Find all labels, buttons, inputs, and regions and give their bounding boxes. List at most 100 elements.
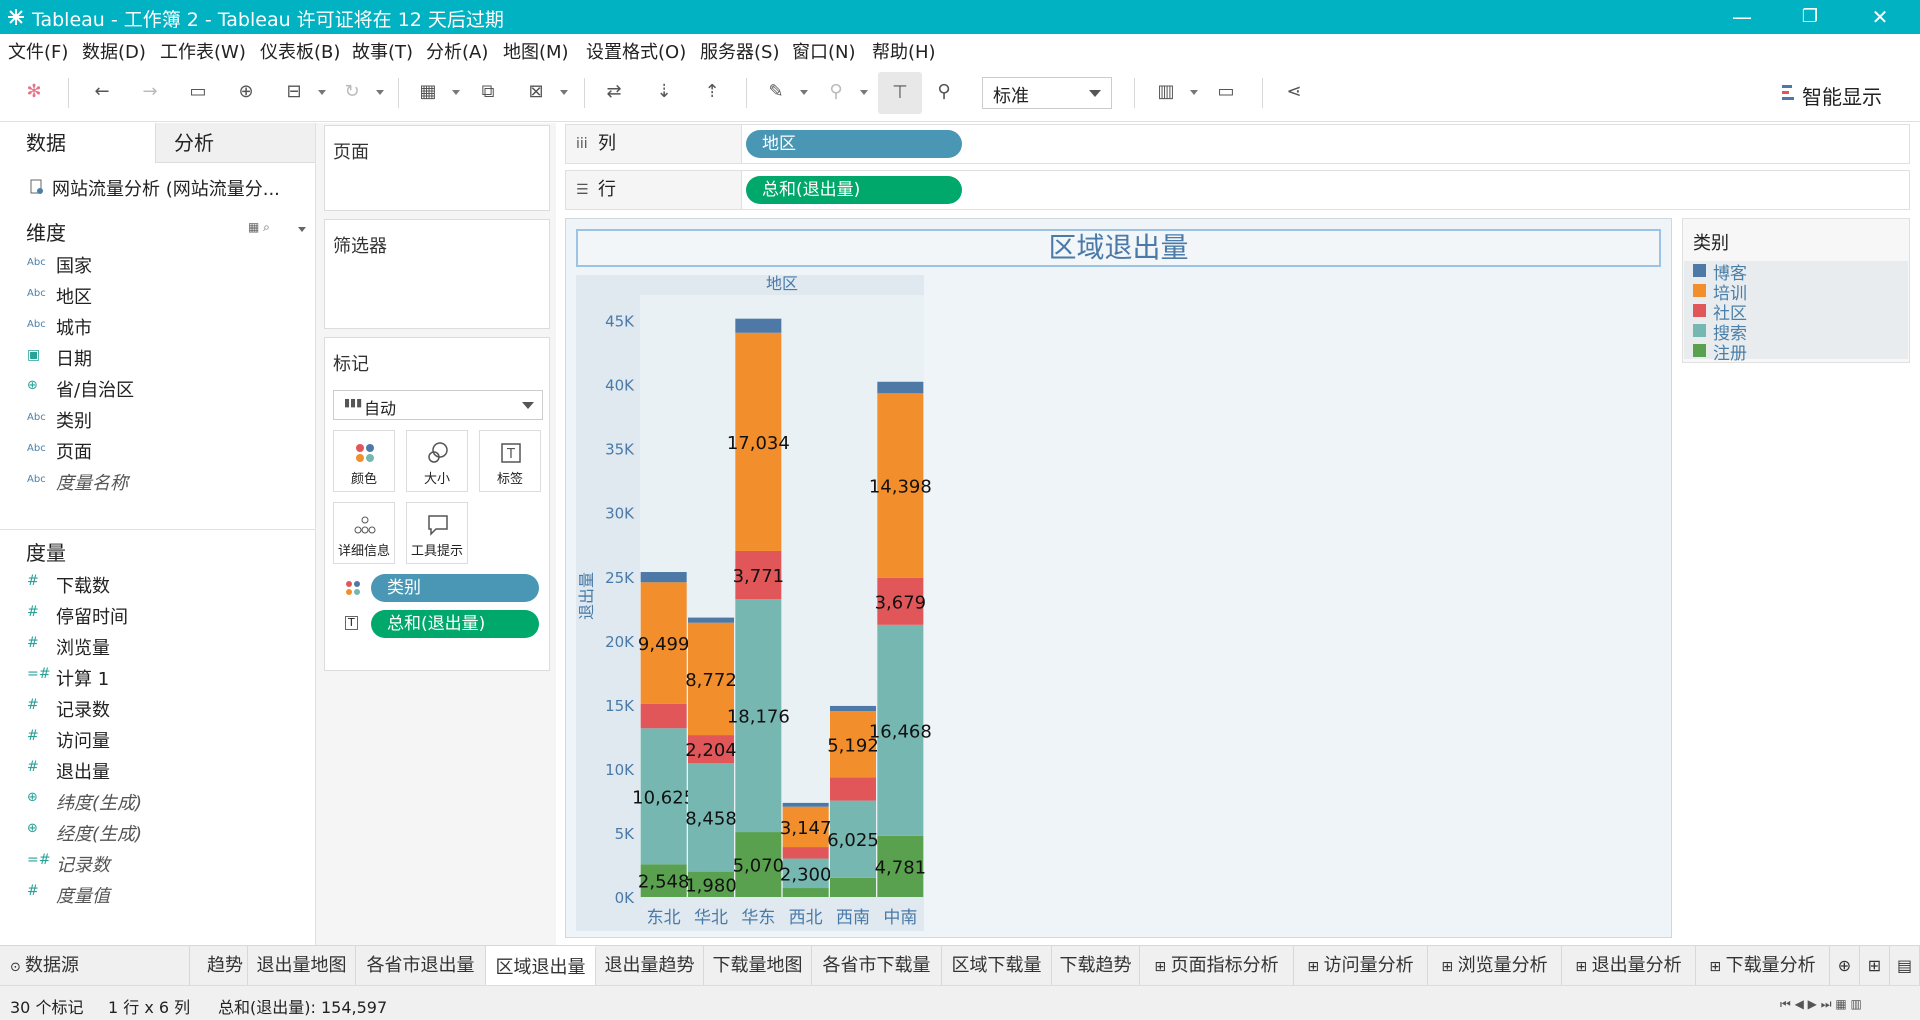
tab-sheet[interactable]: 各省市退出量 xyxy=(356,946,486,986)
pause-updates-icon[interactable]: ⊟ xyxy=(280,78,308,106)
dimension-field[interactable]: 页面 xyxy=(56,438,92,464)
refresh-icon[interactable]: ↻ xyxy=(338,78,366,106)
menu-worksheet[interactable]: 工作表(W) xyxy=(160,38,246,64)
restore-icon[interactable]: ❐ xyxy=(1790,2,1830,32)
size-button[interactable]: 大小 xyxy=(406,430,468,492)
new-worksheet-icon[interactable]: ▦ xyxy=(414,78,442,106)
mark-type-select[interactable]: ▮▮▮ 自动 xyxy=(333,390,543,420)
swap-rows-columns-icon[interactable]: ⇄ xyxy=(600,78,628,106)
menu-help[interactable]: 帮助(H) xyxy=(872,38,936,64)
tab-dashboard[interactable]: ⊞ 退出量分析 xyxy=(1562,946,1696,986)
clear-dropdown-icon[interactable] xyxy=(560,90,568,95)
menu-map[interactable]: 地图(M) xyxy=(503,38,569,64)
tab-sheet[interactable]: 各省市下载量 xyxy=(812,946,942,986)
dimension-field[interactable]: 类别 xyxy=(56,407,92,433)
menu-format[interactable]: 设置格式(O) xyxy=(586,38,686,64)
tab-sheet[interactable]: 下载趋势 xyxy=(1052,946,1140,986)
tab-data[interactable]: 数据 xyxy=(0,123,155,163)
menu-analysis[interactable]: 分析(A) xyxy=(426,38,488,64)
tab-sheet[interactable]: 区域下载量 xyxy=(942,946,1052,986)
columns-shelf[interactable]: iii 列 地区 xyxy=(565,124,1910,164)
tab-dashboard[interactable]: ⊞ 浏览量分析 xyxy=(1428,946,1562,986)
dimension-field[interactable]: 地区 xyxy=(56,283,92,309)
sheet-nav-icons[interactable]: ⏮ ◀ ▶ ⏭ ▦ ▥ xyxy=(1780,997,1862,1012)
rows-pill[interactable]: 总和(退出量) xyxy=(746,176,962,204)
measure-field[interactable]: 浏览量 xyxy=(56,634,110,660)
tab-dashboard[interactable]: ⊞ 下载量分析 xyxy=(1696,946,1830,986)
menu-window[interactable]: 窗口(N) xyxy=(792,38,856,64)
duplicate-sheet-icon[interactable]: ⧉ xyxy=(474,78,502,106)
tab-dashboard[interactable]: ⊞ 访问量分析 xyxy=(1294,946,1428,986)
sort-ascending-icon[interactable]: ⇣ xyxy=(650,78,678,106)
tooltip-button[interactable]: 工具提示 xyxy=(406,502,468,564)
measure-field[interactable]: 度量值 xyxy=(56,882,110,908)
dimension-field[interactable]: 国家 xyxy=(56,252,92,278)
measure-field[interactable]: 记录数 xyxy=(56,851,110,877)
tab-sheet[interactable]: 退出量趋势 xyxy=(596,946,704,986)
measure-field[interactable]: 访问量 xyxy=(56,727,110,753)
dimension-field[interactable]: 日期 xyxy=(56,345,92,371)
redo-icon[interactable]: → xyxy=(136,78,164,106)
tab-sheet[interactable]: 趋势 xyxy=(190,946,248,986)
tab-sheet[interactable]: 下载量地图 xyxy=(704,946,812,986)
rows-shelf[interactable]: ☰ 行 总和(退出量) xyxy=(565,170,1910,210)
menu-file[interactable]: 文件(F) xyxy=(8,38,68,64)
measure-field[interactable]: 停留时间 xyxy=(56,603,128,629)
new-datasource-icon[interactable]: ⊕ xyxy=(232,78,260,106)
new-story-tab-icon[interactable]: ▤ xyxy=(1890,946,1920,986)
detail-button[interactable]: 详细信息 xyxy=(333,502,395,564)
menu-data[interactable]: 数据(D) xyxy=(82,38,146,64)
tab-dashboard[interactable]: ⊞ 页面指标分析 xyxy=(1140,946,1294,986)
new-dashboard-tab-icon[interactable]: ⊞ xyxy=(1860,946,1890,986)
show-cards-icon[interactable]: ▥ xyxy=(1152,78,1180,106)
close-icon[interactable]: ✕ xyxy=(1860,2,1900,32)
color-button[interactable]: 颜色 xyxy=(333,430,395,492)
new-sheet-dropdown-icon[interactable] xyxy=(452,90,460,95)
group-members-icon[interactable]: ⚲ xyxy=(822,78,850,106)
color-pill[interactable]: 类别 xyxy=(371,574,539,602)
new-worksheet-tab-icon[interactable]: ⊕ xyxy=(1830,946,1860,986)
label-button[interactable]: T 标签 xyxy=(479,430,541,492)
menu-dashboard[interactable]: 仪表板(B) xyxy=(260,38,340,64)
smart-show-label[interactable]: 智能显示 xyxy=(1802,81,1882,110)
filters-card[interactable]: 筛选器 xyxy=(324,219,550,329)
presentation-mode-icon[interactable]: ▭ xyxy=(1212,78,1240,106)
measure-field[interactable]: 纬度(生成) xyxy=(56,789,142,815)
pane-menu-icon[interactable] xyxy=(298,227,306,232)
search-icon[interactable]: ▦ ⌕ xyxy=(248,220,270,235)
smart-show-icon[interactable] xyxy=(1782,84,1794,102)
tab-sheet[interactable]: 退出量地图 xyxy=(248,946,356,986)
share-icon[interactable]: ⋖ xyxy=(1280,78,1308,106)
measure-field[interactable]: 经度(生成) xyxy=(56,820,142,846)
chart-title[interactable]: 区域退出量 xyxy=(576,229,1661,267)
measure-field[interactable]: 下载数 xyxy=(56,572,110,598)
label-pill[interactable]: 总和(退出量) xyxy=(371,610,539,638)
fit-select[interactable]: 标准 xyxy=(982,77,1112,109)
undo-icon[interactable]: ← xyxy=(88,78,116,106)
columns-pill[interactable]: 地区 xyxy=(746,130,962,158)
minimize-icon[interactable]: — xyxy=(1722,2,1762,32)
tableau-home-icon[interactable]: ✻ xyxy=(20,78,48,106)
show-mark-labels-icon[interactable]: ⊤ xyxy=(878,72,922,114)
menu-server[interactable]: 服务器(S) xyxy=(700,38,779,64)
menu-story[interactable]: 故事(T) xyxy=(352,38,413,64)
group-dropdown-icon[interactable] xyxy=(860,90,868,95)
pause-dropdown-icon[interactable] xyxy=(318,90,326,95)
tab-datasource[interactable]: ⊙ 数据源 xyxy=(0,946,190,986)
clear-sheet-icon[interactable]: ⊠ xyxy=(522,78,550,106)
measure-field[interactable]: 记录数 xyxy=(56,696,110,722)
sort-descending-icon[interactable]: ⇡ xyxy=(698,78,726,106)
measure-field[interactable]: 计算 1 xyxy=(56,665,109,691)
dimension-field[interactable]: 省/自治区 xyxy=(56,376,134,402)
fix-axes-icon[interactable]: ⚲ xyxy=(930,78,958,106)
datasource-name[interactable]: 网站流量分析 (网站流量分... xyxy=(52,175,280,201)
dimension-field[interactable]: 度量名称 xyxy=(56,469,128,495)
legend-item[interactable]: 注册 xyxy=(1713,339,1747,364)
highlight-icon[interactable]: ✎ xyxy=(762,78,790,106)
measure-field[interactable]: 退出量 xyxy=(56,758,110,784)
dimension-field[interactable]: 城市 xyxy=(56,314,92,340)
tab-analysis[interactable]: 分析 xyxy=(155,123,315,163)
save-icon[interactable]: ▭ xyxy=(184,78,212,106)
highlight-dropdown-icon[interactable] xyxy=(800,90,808,95)
pages-card[interactable]: 页面 xyxy=(324,125,550,211)
